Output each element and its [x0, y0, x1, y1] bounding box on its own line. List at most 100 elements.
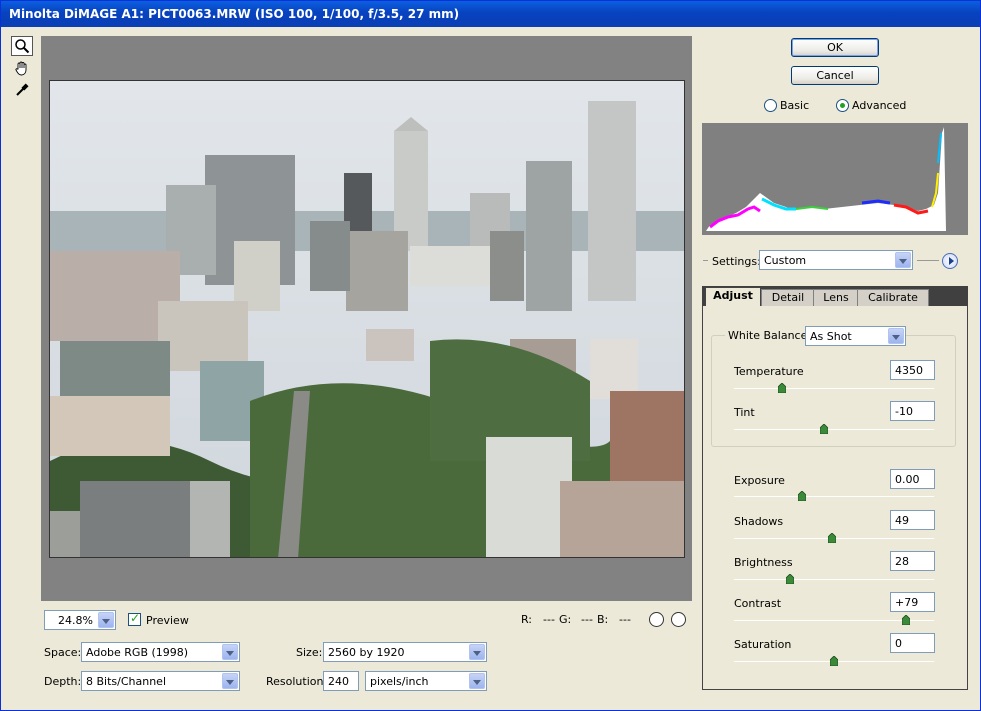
- toolbox: [11, 36, 33, 102]
- hand-icon: [15, 61, 27, 76]
- exposure-track[interactable]: [734, 496, 934, 497]
- zoom-tool[interactable]: [11, 36, 33, 56]
- cancel-button[interactable]: Cancel: [791, 66, 879, 85]
- tab-calibrate[interactable]: Calibrate: [857, 289, 929, 307]
- shadows-value: 49: [895, 514, 909, 527]
- preview-area[interactable]: [41, 36, 692, 601]
- resolution-value: 240: [328, 675, 349, 688]
- space-select[interactable]: Adobe RGB (1998): [81, 642, 240, 662]
- city-skyline-photo: [50, 81, 684, 557]
- r-readout-value: ---: [543, 613, 555, 626]
- exposure-value: 0.00: [895, 473, 920, 486]
- chevron-down-icon[interactable]: [888, 328, 904, 344]
- temperature-input[interactable]: 4350: [890, 360, 935, 380]
- histogram: [702, 123, 968, 235]
- settings-menu-icon[interactable]: [942, 253, 958, 269]
- chevron-down-icon[interactable]: [98, 612, 114, 628]
- temperature-track[interactable]: [734, 388, 934, 389]
- zoom-level-value: 24.8%: [58, 614, 93, 627]
- tint-slider-thumb[interactable]: [820, 424, 828, 434]
- depth-label: Depth:: [44, 675, 82, 688]
- rotate-left-icon[interactable]: [649, 612, 664, 627]
- resolution-unit-select[interactable]: pixels/inch: [365, 671, 487, 691]
- space-label: Space:: [44, 646, 82, 659]
- white-balance-select[interactable]: As Shot: [805, 326, 906, 346]
- advanced-radio[interactable]: [836, 99, 849, 112]
- size-label: Size:: [296, 646, 323, 659]
- exposure-label: Exposure: [734, 474, 785, 487]
- settings-label: Settings:: [712, 255, 761, 268]
- histogram-graph: [706, 127, 964, 231]
- resolution-unit-value: pixels/inch: [370, 675, 429, 688]
- size-select[interactable]: 2560 by 1920: [323, 642, 487, 662]
- tab-detail[interactable]: Detail: [761, 289, 815, 307]
- depth-value: 8 Bits/Channel: [86, 675, 167, 688]
- tint-value: -10: [895, 405, 913, 418]
- contrast-slider-thumb[interactable]: [902, 615, 910, 625]
- tint-track[interactable]: [734, 429, 934, 430]
- camera-raw-window: Minolta DiMAGE A1: PICT0063.MRW (ISO 100…: [0, 0, 981, 711]
- eyedropper-icon: [16, 83, 29, 96]
- b-readout-label: B:: [597, 613, 609, 626]
- white-balance-group: [711, 335, 956, 447]
- contrast-value: +79: [895, 596, 919, 609]
- basic-label: Basic: [780, 99, 810, 112]
- shadows-input[interactable]: 49: [890, 510, 935, 530]
- temperature-label: Temperature: [734, 365, 804, 378]
- exposure-input[interactable]: 0.00: [890, 469, 935, 489]
- saturation-value: 0: [895, 637, 902, 650]
- chevron-down-icon[interactable]: [469, 673, 485, 689]
- temperature-value: 4350: [895, 364, 923, 377]
- saturation-input[interactable]: 0: [890, 633, 935, 653]
- brightness-label: Brightness: [734, 556, 793, 569]
- saturation-label: Saturation: [734, 638, 792, 651]
- temperature-slider-thumb[interactable]: [778, 383, 786, 393]
- size-value: 2560 by 1920: [328, 646, 405, 659]
- raw-preview-image[interactable]: [49, 80, 685, 558]
- white-balance-label: White Balance:: [728, 329, 812, 342]
- magnifier-icon: [15, 39, 30, 54]
- settings-select[interactable]: Custom: [759, 250, 913, 270]
- b-readout-value: ---: [619, 613, 631, 626]
- settings-value: Custom: [764, 254, 807, 267]
- basic-radio[interactable]: [764, 99, 777, 112]
- window-title: Minolta DiMAGE A1: PICT0063.MRW (ISO 100…: [1, 1, 980, 27]
- zoom-level-select[interactable]: 24.8%: [44, 610, 116, 630]
- rotate-right-icon[interactable]: [671, 612, 686, 627]
- divider: [703, 260, 708, 261]
- g-readout-value: ---: [581, 613, 593, 626]
- advanced-label: Advanced: [852, 99, 907, 112]
- white-balance-value: As Shot: [810, 330, 852, 343]
- resolution-label: Resolution:: [266, 675, 328, 688]
- tab-adjust[interactable]: Adjust: [705, 287, 761, 307]
- shadows-slider-thumb[interactable]: [828, 533, 836, 543]
- exposure-slider-thumb[interactable]: [798, 491, 806, 501]
- space-value: Adobe RGB (1998): [86, 646, 189, 659]
- brightness-slider-thumb[interactable]: [786, 574, 794, 584]
- saturation-slider-thumb[interactable]: [830, 656, 838, 666]
- contrast-label: Contrast: [734, 597, 782, 610]
- shadows-label: Shadows: [734, 515, 784, 528]
- tint-label: Tint: [734, 406, 755, 419]
- depth-select[interactable]: 8 Bits/Channel: [81, 671, 240, 691]
- white-balance-label-wrap: White Balance:: [725, 326, 815, 346]
- chevron-down-icon[interactable]: [222, 644, 238, 660]
- g-readout-label: G:: [559, 613, 572, 626]
- divider: [917, 260, 939, 261]
- ok-button[interactable]: OK: [791, 38, 879, 57]
- brightness-input[interactable]: 28: [890, 551, 935, 571]
- tab-lens[interactable]: Lens: [813, 289, 859, 307]
- chevron-down-icon[interactable]: [895, 252, 911, 268]
- contrast-input[interactable]: +79: [890, 592, 935, 612]
- tint-input[interactable]: -10: [890, 401, 935, 421]
- white-balance-tool[interactable]: [11, 80, 33, 100]
- chevron-down-icon[interactable]: [222, 673, 238, 689]
- brightness-track[interactable]: [734, 579, 934, 580]
- brightness-value: 28: [895, 555, 909, 568]
- hand-tool[interactable]: [11, 58, 33, 78]
- preview-checkbox[interactable]: [128, 611, 141, 626]
- resolution-input[interactable]: 240: [323, 671, 359, 691]
- preview-label: Preview: [146, 614, 189, 627]
- r-readout-label: R:: [521, 613, 533, 626]
- chevron-down-icon[interactable]: [469, 644, 485, 660]
